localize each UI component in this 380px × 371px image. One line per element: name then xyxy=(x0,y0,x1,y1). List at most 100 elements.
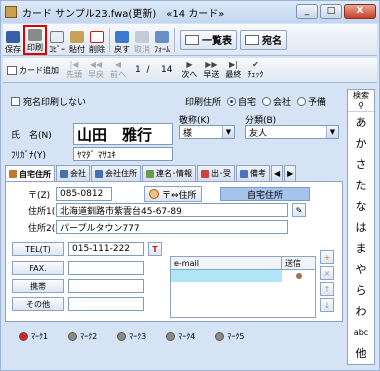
index-item-ma[interactable]: ま xyxy=(348,238,374,259)
map-button[interactable]: ✎ xyxy=(292,203,306,217)
rewind-button[interactable]: ◀◀ 早戻 xyxy=(85,60,107,80)
tel-button[interactable]: TEL(T) xyxy=(12,242,64,256)
add-email-button[interactable]: + xyxy=(320,250,334,264)
last-label: 最終 xyxy=(225,70,242,79)
honorific-select[interactable]: 様 ▼ xyxy=(179,125,235,139)
radio-company[interactable] xyxy=(262,97,272,106)
building-icon xyxy=(95,169,103,178)
move-up-button[interactable]: ↑ xyxy=(320,282,334,296)
mobile-input[interactable] xyxy=(68,279,144,293)
category-select-row: 友人 ▼ xyxy=(245,125,339,139)
tab-company[interactable]: 会社 xyxy=(56,165,90,181)
mark-2[interactable]: ﾏｰｸ2 xyxy=(68,331,97,342)
other-button[interactable]: その他 xyxy=(12,297,64,311)
fax-button[interactable]: FAX. xyxy=(12,261,64,275)
close-button[interactable]: X xyxy=(344,4,376,19)
no-print-label: 宛名印刷しない xyxy=(23,98,87,108)
forward-button[interactable]: ▶▶ 早送 xyxy=(200,60,222,80)
building-icon xyxy=(60,169,68,178)
form-button[interactable]: ﾌｫｰﾑ xyxy=(152,25,172,55)
zip-label: 〒(Z) xyxy=(28,190,51,201)
email-cell[interactable] xyxy=(171,270,281,282)
name-input[interactable]: 山田 雅行 xyxy=(73,123,173,145)
print-button[interactable]: 印刷 xyxy=(23,24,47,55)
cancel-button[interactable]: 取消 xyxy=(132,25,152,55)
card-add-button[interactable]: カード追加 xyxy=(3,65,63,76)
tab-scroll-right[interactable]: ▶ xyxy=(284,165,297,181)
send-cell[interactable] xyxy=(281,270,315,282)
clipboard-icon xyxy=(70,30,84,43)
tab-home-address[interactable]: 自宅住所 xyxy=(5,165,55,182)
send-column-header: 送信 xyxy=(281,257,315,269)
move-down-button[interactable]: ↓ xyxy=(320,298,334,312)
minimize-button[interactable]: _ xyxy=(296,4,318,19)
other-input[interactable] xyxy=(68,297,144,311)
zip-address-button[interactable]: 〒⇔住所 xyxy=(144,186,202,202)
paste-button[interactable]: 貼付 xyxy=(67,25,87,55)
index-item-sa[interactable]: さ xyxy=(348,154,374,175)
index-item-ra[interactable]: ら xyxy=(348,280,374,301)
list-button[interactable]: 一覧表 xyxy=(180,29,237,50)
form-label: ﾌｫｰﾑ xyxy=(154,44,170,54)
undo-button[interactable]: 戻す xyxy=(112,25,132,55)
furigana-input[interactable]: ﾔﾏﾀﾞ ﾏｻﾕｷ xyxy=(73,147,173,161)
index-item-other[interactable]: 他 xyxy=(348,343,374,364)
save-label: 保存 xyxy=(5,44,21,54)
tab-joint-info-label: 連名･情報 xyxy=(156,169,192,178)
index-item-ya[interactable]: や xyxy=(348,259,374,280)
radio-company-label: 会社 xyxy=(273,98,292,108)
index-item-a[interactable]: あ xyxy=(348,112,374,133)
remove-email-button[interactable]: × xyxy=(320,266,334,280)
address-label: 宛名 xyxy=(262,36,282,47)
index-item-na[interactable]: な xyxy=(348,196,374,217)
tel-input[interactable]: 015-111-222 xyxy=(68,242,144,256)
first-button[interactable]: |◀ 先頭 xyxy=(63,60,85,80)
check-button[interactable]: ✔ ﾁｪｯｸ xyxy=(244,60,266,80)
index-search[interactable]: 検索 ⚲ xyxy=(348,90,374,112)
index-item-ha[interactable]: は xyxy=(348,217,374,238)
fax-input[interactable] xyxy=(68,261,144,275)
tab-sent-received[interactable]: 出･受 xyxy=(197,165,235,181)
zip-input[interactable]: 085-0812 xyxy=(56,187,112,201)
tab-company-address[interactable]: 会社住所 xyxy=(91,165,141,181)
delete-button[interactable]: 削除 xyxy=(87,25,107,55)
mark-dot-1 xyxy=(19,331,28,341)
category-select[interactable]: 友人 ▼ xyxy=(245,125,339,139)
address1-input[interactable]: 北海道釧路市紫雲台45-67-89 xyxy=(56,203,288,217)
radio-home[interactable] xyxy=(227,97,237,106)
print-address-row: 印刷住所 自宅 会社 予備 xyxy=(185,95,326,108)
no-print-checkbox[interactable] xyxy=(11,97,20,106)
navigation-toolbar: カード追加 |◀ 先頭 ◀◀ 早戻 ◀ 前へ 1 / 14 ▶ 次へ ▶▶ 早送… xyxy=(3,58,377,83)
prev-button[interactable]: ◀ 前へ xyxy=(107,60,129,80)
mobile-button[interactable]: 携帯 xyxy=(12,279,64,293)
furigana-label: ﾌﾘｶﾞﾅ(Y) xyxy=(11,150,47,161)
index-item-wa[interactable]: わ xyxy=(348,301,374,322)
mark-4[interactable]: ﾏｰｸ4 xyxy=(166,331,195,342)
arrow-up-icon: ↑ xyxy=(323,284,331,294)
index-item-ka[interactable]: か xyxy=(348,133,374,154)
card-add-icon xyxy=(7,65,17,75)
page-current: 1 xyxy=(135,65,141,75)
tab-scroll-left[interactable]: ◀ xyxy=(271,165,284,181)
address2-input[interactable]: パープルタウン777 xyxy=(56,220,288,234)
next-button[interactable]: ▶ 次へ xyxy=(178,60,200,80)
mark-3[interactable]: ﾏｰｸ3 xyxy=(117,331,146,342)
address-button[interactable]: 宛名 xyxy=(240,29,287,50)
phone-dial-button[interactable]: T xyxy=(148,242,162,256)
last-button[interactable]: ▶| 最終 xyxy=(222,60,244,80)
email-row[interactable] xyxy=(171,270,315,282)
index-item-ta[interactable]: た xyxy=(348,175,374,196)
tab-joint-info[interactable]: 連名･情報 xyxy=(142,165,196,181)
address-panel: 〒(Z) 085-0812 〒⇔住所 自宅住所 住所1(1) 北海道釧路市紫雲台… xyxy=(5,181,343,322)
check-icon: ✔ xyxy=(252,60,259,69)
index-item-abc[interactable]: abc xyxy=(348,322,374,343)
mark-5[interactable]: ﾏｰｸ5 xyxy=(215,331,244,342)
maximize-button[interactable]: □ xyxy=(320,4,342,19)
next-icon: ▶ xyxy=(186,60,193,69)
mark-1[interactable]: ﾏｰｸ1 xyxy=(19,331,48,342)
forward-label: 早送 xyxy=(203,70,220,79)
tab-notes[interactable]: 備考 xyxy=(236,165,270,181)
copy-button[interactable]: ｺﾋﾟｰ xyxy=(47,25,67,55)
save-button[interactable]: 保存 xyxy=(3,25,23,55)
radio-spare[interactable] xyxy=(297,97,307,106)
